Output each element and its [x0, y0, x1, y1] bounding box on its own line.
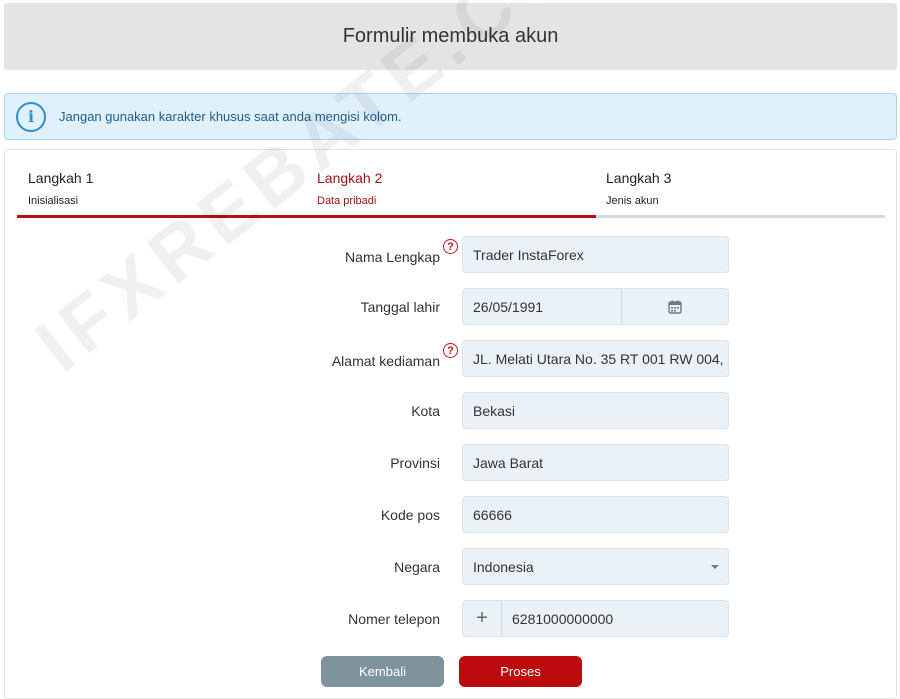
birth-date-value: 26/05/1991 [473, 298, 544, 315]
page-title: Formulir membuka akun [342, 25, 559, 47]
info-notice: i Jangan gunakan karakter khusus saat an… [4, 93, 897, 140]
step-3-title: Langkah 3 [606, 170, 672, 186]
full-name-input[interactable]: Trader InstaForex [462, 236, 729, 273]
province-row: Provinsi Jawa Barat [5, 444, 898, 481]
city-row: Kota Bekasi [5, 392, 898, 429]
address-row: Alamat kediaman ? JL. Melati Utara No. 3… [5, 340, 898, 377]
province-input[interactable]: Jawa Barat [462, 444, 729, 481]
calendar-button[interactable] [621, 289, 728, 324]
address-label: Alamat kediaman ? [331, 343, 458, 369]
birth-date-label: Tanggal lahir [360, 299, 440, 315]
birth-date-input[interactable]: 26/05/1991 [462, 288, 729, 325]
step-2-title: Langkah 2 [317, 170, 383, 186]
province-value: Jawa Barat [473, 454, 544, 471]
back-button[interactable]: Kembali [321, 656, 444, 687]
full-name-row: Nama Lengkap ? Trader InstaForex [5, 236, 898, 273]
city-value: Bekasi [473, 402, 516, 419]
form-panel: Langkah 1 Inisialisasi Langkah 2 Data pr… [4, 149, 897, 699]
help-icon[interactable]: ? [443, 239, 458, 254]
calendar-icon [668, 300, 682, 314]
country-row: Negara Indonesia [5, 548, 898, 585]
postal-code-value: 66666 [473, 506, 512, 523]
step-2-subtitle: Data pribadi [317, 195, 377, 207]
step-3-subtitle: Jenis akun [606, 195, 659, 207]
country-value: Indonesia [473, 558, 534, 575]
phone-row: Nomer telepon + 6281000000000 [5, 600, 898, 637]
city-input[interactable]: Bekasi [462, 392, 729, 429]
birth-date-row: Tanggal lahir 26/05/1991 [5, 288, 898, 325]
postal-code-input[interactable]: 66666 [462, 496, 729, 533]
phone-value: 6281000000000 [512, 610, 614, 627]
postal-code-row: Kode pos 66666 [5, 496, 898, 533]
full-name-label-text: Nama Lengkap [345, 249, 440, 265]
step-1-title: Langkah 1 [28, 170, 94, 186]
province-label: Provinsi [390, 455, 440, 471]
info-icon: i [16, 101, 46, 132]
page-header: Formulir membuka akun [4, 3, 897, 70]
step-1: Langkah 1 Inisialisasi [28, 170, 93, 207]
phone-input[interactable]: + 6281000000000 [462, 600, 729, 637]
step-2: Langkah 2 Data pribadi [317, 170, 382, 207]
postal-code-label: Kode pos [380, 507, 440, 523]
step-progress-track [17, 215, 885, 218]
step-3: Langkah 3 Jenis akun [606, 170, 671, 207]
address-label-text: Alamat kediaman [331, 353, 440, 369]
info-notice-text: Jangan gunakan karakter khusus saat anda… [59, 109, 402, 124]
country-label: Negara [394, 559, 440, 575]
step-1-subtitle: Inisialisasi [28, 195, 79, 207]
address-input[interactable]: JL. Melati Utara No. 35 RT 001 RW 004, [462, 340, 729, 377]
phone-label: Nomer telepon [348, 611, 440, 627]
chevron-down-icon [711, 565, 719, 569]
full-name-value: Trader InstaForex [473, 246, 584, 263]
plus-icon: + [463, 601, 502, 636]
city-label: Kota [411, 403, 440, 419]
proceed-button[interactable]: Proses [459, 656, 582, 687]
country-select[interactable]: Indonesia [462, 548, 729, 585]
help-icon[interactable]: ? [443, 343, 458, 358]
step-progress-fill [17, 215, 596, 218]
address-value: JL. Melati Utara No. 35 RT 001 RW 004, [473, 350, 724, 367]
full-name-label: Nama Lengkap ? [345, 239, 458, 265]
